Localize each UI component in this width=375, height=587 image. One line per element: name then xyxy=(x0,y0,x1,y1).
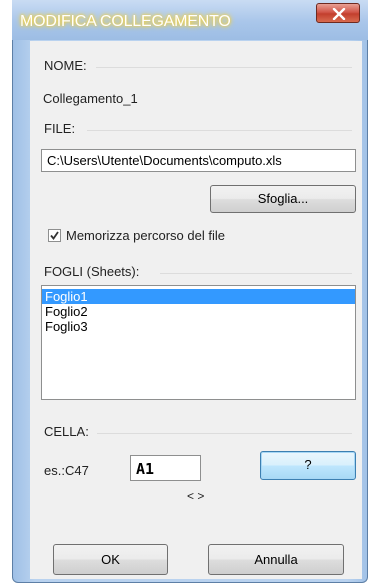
ok-button[interactable]: OK xyxy=(53,544,168,575)
close-button[interactable] xyxy=(316,3,360,23)
sheets-label: FOGLI (Sheets): xyxy=(44,264,140,279)
file-label: FILE: xyxy=(44,121,76,136)
sheet-item-1[interactable]: Foglio1 xyxy=(42,289,355,304)
cell-input[interactable]: A1 xyxy=(130,455,201,481)
remember-path-checkbox[interactable] xyxy=(48,229,61,242)
cella-label: CELLA: xyxy=(44,424,89,439)
cell-nav-arrows[interactable]: < > xyxy=(187,489,204,503)
sheets-separator xyxy=(160,273,352,274)
sheets-listbox[interactable]: Foglio1 Foglio2 Foglio3 xyxy=(41,285,356,400)
file-path-input[interactable]: C:\Users\Utente\Documents\computo.xls xyxy=(41,149,356,172)
nome-value: Collegamento_1 xyxy=(43,91,138,106)
browse-button[interactable]: Sfoglia... xyxy=(210,185,356,213)
cancel-button[interactable]: Annulla xyxy=(208,544,344,575)
remember-path-label: Memorizza percorso del file xyxy=(66,228,225,243)
nome-separator xyxy=(96,67,352,68)
help-button[interactable]: ? xyxy=(260,451,356,480)
dialog-title: MODIFICA COLLEGAMENTO xyxy=(20,13,231,30)
cell-example-text: es.:C47 xyxy=(44,463,89,478)
sheet-item-3[interactable]: Foglio3 xyxy=(42,319,355,334)
cella-separator xyxy=(97,433,352,434)
close-icon xyxy=(332,8,346,20)
checkmark-icon xyxy=(50,231,59,240)
sheet-item-2[interactable]: Foglio2 xyxy=(42,304,355,319)
file-separator xyxy=(87,130,352,131)
nome-label: NOME: xyxy=(44,58,87,73)
